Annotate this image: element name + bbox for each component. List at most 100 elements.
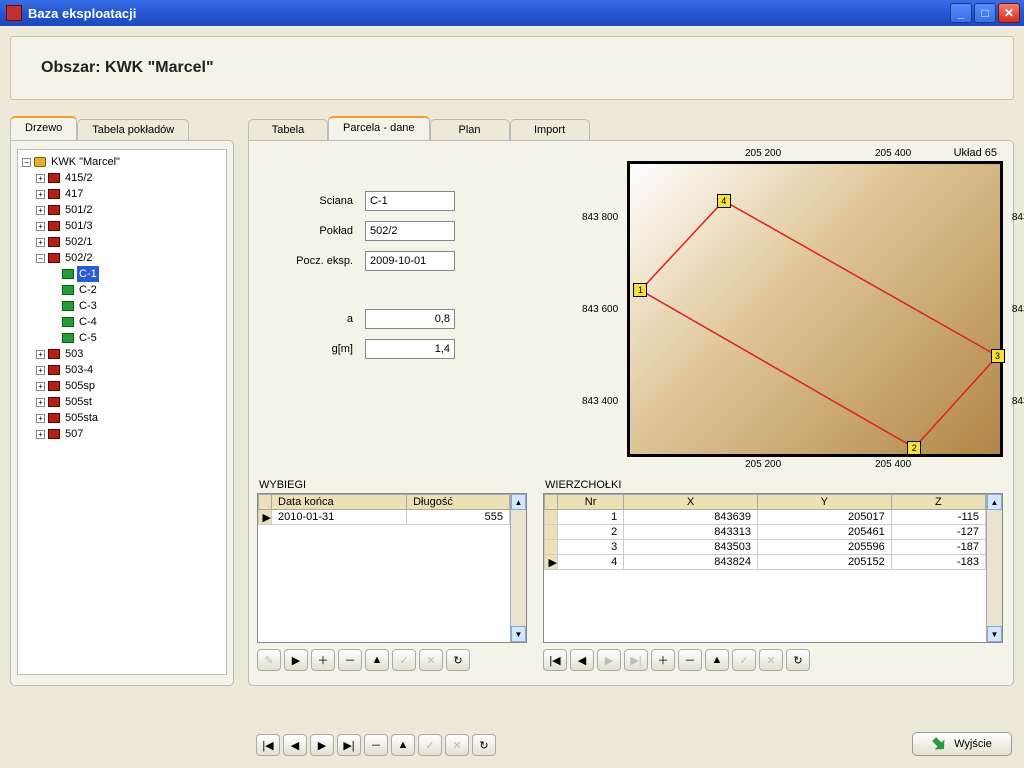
label-poklad: Pokład [263,225,353,237]
tree-item[interactable]: +503 [20,346,224,362]
tab-parcela-dane[interactable]: Parcela - dane [328,116,430,140]
ytick-2: 843 600 [582,304,618,315]
wierz-label: WIERZCHOŁKI [545,479,1003,491]
nav-next-icon[interactable]: ▶ [310,734,334,756]
xtick-2b: 205 400 [875,459,911,470]
plot-vertex: 3 [991,349,1005,363]
nav-first-icon[interactable]: |◀ [543,649,567,671]
minimize-button[interactable]: _ [950,3,972,23]
nav-up-icon[interactable]: ▲ [365,649,389,671]
nav-up-icon[interactable]: ▲ [391,734,415,756]
exit-label: Wyjście [954,738,992,750]
tree-item[interactable]: C-5 [20,330,224,346]
nav-check-icon[interactable]: ✓ [732,649,756,671]
wybiegi-nav: ✎ ▶ ＋ － ▲ ✓ ✕ ↻ [257,649,527,671]
left-panel: Drzewo Tabela pokładów −KWK "Marcel"+415… [10,116,234,686]
wybiegi-label: WYBIEGI [259,479,527,491]
exit-button[interactable]: Wyjście [912,732,1012,756]
scroll-down-icon[interactable]: ▼ [987,626,1002,642]
label-a: a [263,313,353,325]
nav-last-icon[interactable]: ▶| [337,734,361,756]
wierz-grid[interactable]: NrXYZ1843639205017-1152843313205461-1273… [543,493,1003,643]
nav-minus-icon[interactable]: － [678,649,702,671]
client-area: Obszar: KWK "Marcel" Drzewo Tabela pokła… [0,26,1024,768]
nav-refresh-icon[interactable]: ↻ [446,649,470,671]
wybiegi-grid[interactable]: Data końcaDługość▶2010-01-31555 ▲ ▼ [257,493,527,643]
tab-import[interactable]: Import [510,119,590,140]
bottom-nav: |◀ ◀ ▶ ▶| － ▲ ✓ ✕ ↻ [256,728,496,756]
tree-item[interactable]: −502/2 [20,250,224,266]
tree-item[interactable]: +501/3 [20,218,224,234]
input-gm[interactable] [365,339,455,359]
nav-next-icon[interactable]: ▶ [597,649,621,671]
label-gm: g[m] [263,343,353,355]
scroll-up-icon[interactable]: ▲ [511,494,526,510]
nav-cancel-icon[interactable]: ✕ [759,649,783,671]
nav-minus-icon[interactable]: － [338,649,362,671]
right-panel: Tabela Parcela - dane Plan Import Sciana… [248,116,1014,686]
nav-check-icon[interactable]: ✓ [392,649,416,671]
nav-play-icon[interactable]: ▶ [284,649,308,671]
right-tabset: Tabela Parcela - dane Plan Import [248,116,1014,140]
scroll-down-icon[interactable]: ▼ [511,626,526,642]
nav-check-icon[interactable]: ✓ [418,734,442,756]
tree-item[interactable]: C-4 [20,314,224,330]
nav-minus-icon[interactable]: － [364,734,388,756]
wierz-nav: |◀ ◀ ▶ ▶| ＋ － ▲ ✓ ✕ ↻ [543,649,1003,671]
plot-area: Układ 65 205 200 205 400 205 200 205 400… [627,147,1003,457]
input-poklad[interactable] [365,221,455,241]
app-icon [6,5,22,21]
tree-root[interactable]: −KWK "Marcel" [20,154,224,170]
xtick-1b: 205 200 [745,459,781,470]
left-tabset: Drzewo Tabela pokładów [10,116,234,140]
tree-item[interactable]: +505st [20,394,224,410]
ytick-3r: 843 400 [1012,396,1024,407]
exit-icon [929,734,949,754]
tree-item[interactable]: +503-4 [20,362,224,378]
plot-canvas: 205 200 205 400 205 200 205 400 843 800 … [627,161,1003,457]
page-title: Obszar: KWK "Marcel" [41,59,983,77]
tree-item[interactable]: +501/2 [20,202,224,218]
close-button[interactable]: ✕ [998,3,1020,23]
nav-first-icon[interactable]: ✎ [257,649,281,671]
scroll-up-icon[interactable]: ▲ [987,494,1002,510]
input-a[interactable] [365,309,455,329]
tab-tabela-pokladow[interactable]: Tabela pokładów [77,119,189,140]
nav-refresh-icon[interactable]: ↻ [786,649,810,671]
tab-drzewo[interactable]: Drzewo [10,116,77,140]
nav-plus-icon[interactable]: ＋ [651,649,675,671]
ytick-3: 843 400 [582,396,618,407]
input-pocz[interactable] [365,251,455,271]
nav-plus-icon[interactable]: ＋ [311,649,335,671]
nav-prev-icon[interactable]: ◀ [570,649,594,671]
nav-cancel-icon[interactable]: ✕ [445,734,469,756]
tree-item[interactable]: +417 [20,186,224,202]
nav-last-icon[interactable]: ▶| [624,649,648,671]
tree-item[interactable]: C-1 [20,266,224,282]
nav-first-icon[interactable]: |◀ [256,734,280,756]
ytick-2r: 843 600 [1012,304,1024,315]
scrollbar[interactable]: ▲ ▼ [986,494,1002,642]
tree-item[interactable]: +507 [20,426,224,442]
tab-tabela[interactable]: Tabela [248,119,328,140]
tree-item[interactable]: +502/1 [20,234,224,250]
input-sciana[interactable] [365,191,455,211]
nav-refresh-icon[interactable]: ↻ [472,734,496,756]
titlebar: Baza eksploatacji _ □ ✕ [0,0,1024,26]
scrollbar[interactable]: ▲ ▼ [510,494,526,642]
tree-item[interactable]: +505sta [20,410,224,426]
tree-item[interactable]: C-2 [20,282,224,298]
plot-vertex: 4 [717,194,731,208]
label-pocz: Pocz. eksp. [263,255,353,267]
tab-plan[interactable]: Plan [430,119,510,140]
nav-prev-icon[interactable]: ◀ [283,734,307,756]
tree-item[interactable]: C-3 [20,298,224,314]
tree-item[interactable]: +415/2 [20,170,224,186]
window-title: Baza eksploatacji [28,6,136,21]
nav-up-icon[interactable]: ▲ [705,649,729,671]
xtick-2: 205 400 [875,148,911,159]
tree-view[interactable]: −KWK "Marcel"+415/2+417+501/2+501/3+502/… [17,149,227,675]
tree-item[interactable]: +505sp [20,378,224,394]
nav-cancel-icon[interactable]: ✕ [419,649,443,671]
maximize-button[interactable]: □ [974,3,996,23]
